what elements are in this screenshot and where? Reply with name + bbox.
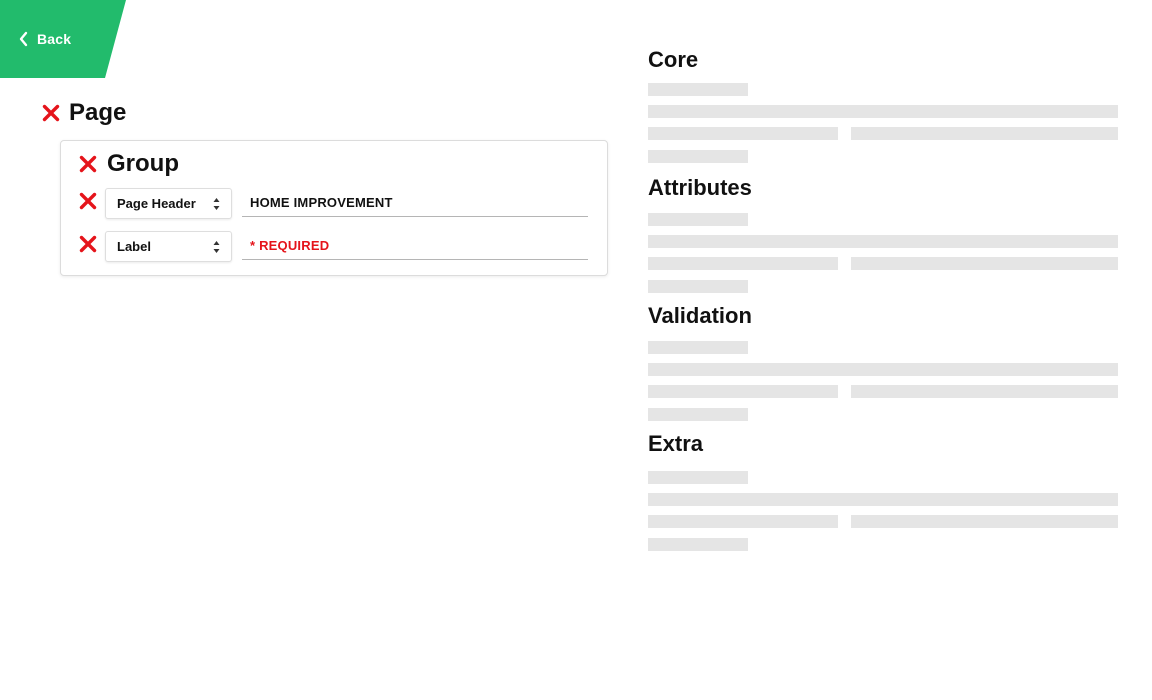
skeleton-bar <box>648 515 838 528</box>
skeleton-bar <box>648 83 748 96</box>
page-title: Page <box>69 99 127 126</box>
section-title: Extra <box>648 431 704 456</box>
skeleton-bar <box>648 408 748 421</box>
group-header: Group <box>79 149 179 179</box>
back-button[interactable]: Back <box>0 0 126 78</box>
section-title: Validation <box>648 303 752 328</box>
page-node: Page <box>42 99 126 127</box>
skeleton-bar <box>648 213 748 226</box>
skeleton-bar <box>648 363 1118 376</box>
field-type-select[interactable]: Label <box>105 231 232 262</box>
field-type-select[interactable]: Page Header <box>105 188 232 219</box>
skeleton-bar <box>648 105 1118 118</box>
group-card: Group Page Header La <box>60 140 608 276</box>
skeleton-bar <box>851 515 1118 528</box>
skeleton-bar <box>648 127 838 140</box>
field-value-input[interactable] <box>242 188 588 217</box>
field-row: Label <box>79 231 589 263</box>
skeleton-bar <box>648 471 748 484</box>
skeleton-bar <box>648 280 748 293</box>
chevron-left-icon <box>19 31 28 47</box>
skeleton-bar <box>851 385 1118 398</box>
skeleton-bar <box>648 341 748 354</box>
close-icon[interactable] <box>79 192 97 210</box>
skeleton-bar <box>851 257 1118 270</box>
skeleton-bar <box>851 127 1118 140</box>
back-button-label: Back <box>37 31 72 47</box>
skeleton-bar <box>648 257 838 270</box>
field-type-label: Label <box>117 239 151 254</box>
skeleton-bar <box>648 538 748 551</box>
close-icon[interactable] <box>42 104 60 122</box>
close-icon[interactable] <box>79 235 97 253</box>
skeleton-bar <box>648 235 1118 248</box>
field-value-input[interactable] <box>242 231 588 260</box>
section-title: Core <box>648 47 699 72</box>
updown-arrows-icon <box>213 198 220 210</box>
skeleton-bar <box>648 385 838 398</box>
page-builder: Back Page Group Page Header HOME IMPROVE… <box>0 0 1152 700</box>
close-icon[interactable] <box>79 155 97 173</box>
field-row: Page Header <box>79 188 589 220</box>
skeleton-bar <box>648 150 748 163</box>
section-title: Attributes <box>648 175 752 200</box>
field-type-label: Page Header <box>117 196 196 211</box>
updown-arrows-icon <box>213 241 220 253</box>
skeleton-bar <box>648 493 1118 506</box>
group-title: Group <box>107 150 179 177</box>
